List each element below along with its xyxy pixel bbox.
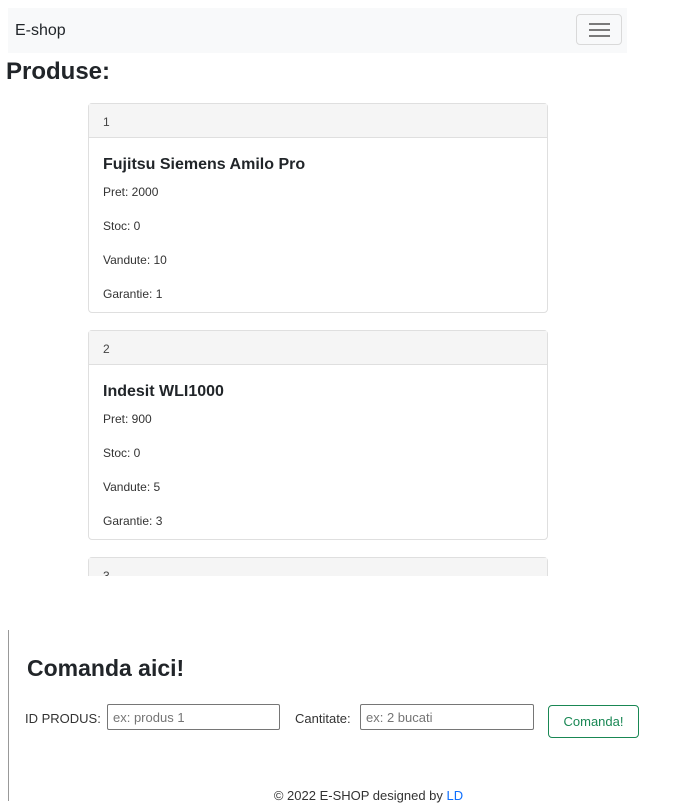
- product-body: Fujitsu Siemens Amilo Pro Pret: 2000 Sto…: [89, 138, 547, 312]
- product-card: 2 Indesit WLI1000 Pret: 900 Stoc: 0 Vand…: [88, 330, 548, 540]
- product-sold: Vandute: 5: [103, 480, 161, 494]
- product-id: 3: [89, 558, 547, 576]
- order-section: Comanda aici! ID PRODUS: Cantitate: Coma…: [8, 630, 685, 801]
- product-id-input[interactable]: [107, 704, 280, 730]
- page-title: Produse:: [6, 58, 111, 85]
- product-id-label: ID PRODUS:: [25, 711, 101, 726]
- product-price: Pret: 2000: [103, 185, 159, 199]
- product-stock: Stoc: 0: [103, 219, 141, 233]
- navbar: E-shop: [8, 8, 627, 53]
- navbar-toggler-button[interactable]: [576, 14, 622, 45]
- product-list[interactable]: 1 Fujitsu Siemens Amilo Pro Pret: 2000 S…: [0, 96, 685, 576]
- product-card: 3: [88, 557, 548, 576]
- product-price: Pret: 900: [103, 412, 152, 426]
- order-submit-button[interactable]: Comanda!: [548, 705, 639, 738]
- product-card: 1 Fujitsu Siemens Amilo Pro Pret: 2000 S…: [88, 103, 548, 313]
- product-id: 2: [89, 331, 547, 365]
- navbar-brand[interactable]: E-shop: [15, 22, 66, 40]
- order-title: Comanda aici!: [27, 655, 185, 681]
- product-name: Indesit WLI1000: [103, 383, 224, 400]
- product-name: Fujitsu Siemens Amilo Pro: [103, 156, 306, 173]
- product-body: Indesit WLI1000 Pret: 900 Stoc: 0 Vandut…: [89, 365, 547, 539]
- quantity-input[interactable]: [360, 704, 534, 730]
- product-warranty: Garantie: 3: [103, 514, 163, 528]
- hamburger-icon: [589, 23, 610, 25]
- hamburger-icon-line: [589, 29, 610, 31]
- product-stock: Stoc: 0: [103, 446, 141, 460]
- product-warranty: Garantie: 1: [103, 287, 163, 301]
- product-sold: Vandute: 10: [103, 253, 167, 267]
- hamburger-icon-line: [589, 35, 610, 37]
- quantity-label: Cantitate:: [295, 711, 351, 726]
- product-id: 1: [89, 104, 547, 138]
